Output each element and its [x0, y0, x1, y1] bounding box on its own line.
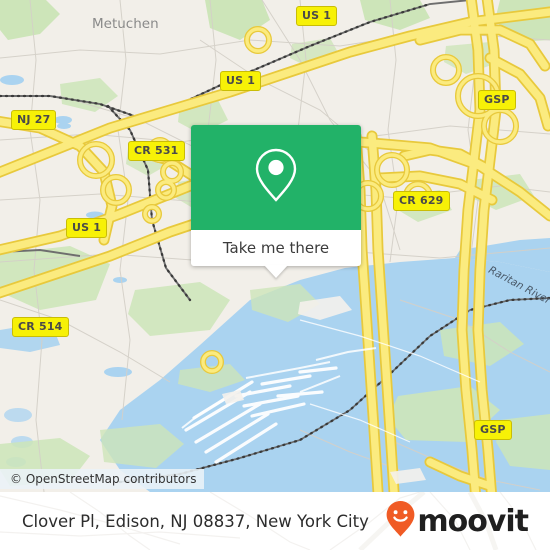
road-shield-gsp[interactable]: GSP: [474, 420, 512, 440]
location-popup-card[interactable]: Take me there: [191, 125, 361, 278]
osm-attribution[interactable]: © OpenStreetMap contributors: [0, 469, 205, 489]
take-me-there-button[interactable]: Take me there: [191, 230, 361, 266]
location-address: Clover Pl, Edison, NJ 08837, New York Ci…: [22, 511, 369, 531]
road-shield-us-1[interactable]: US 1: [66, 218, 108, 238]
moovit-map-screenshot: Metuchen Raritan River US 1 US 1 GSP NJ …: [0, 0, 550, 550]
map-pin-icon: [253, 146, 299, 209]
road-shield-cr-514[interactable]: CR 514: [12, 317, 69, 337]
road-shield-us-1[interactable]: US 1: [220, 71, 262, 91]
road-shield-nj-27[interactable]: NJ 27: [11, 110, 57, 130]
moovit-wordmark: moovit: [417, 503, 529, 539]
footer-bar: Clover Pl, Edison, NJ 08837, New York Ci…: [0, 492, 550, 550]
road-shield-cr-629[interactable]: CR 629: [393, 191, 450, 211]
card-hero: [191, 125, 361, 230]
moovit-smiley-pin-icon: [385, 500, 416, 543]
card-pointer-tail: [264, 265, 288, 278]
road-shield-cr-531[interactable]: CR 531: [128, 141, 185, 161]
road-shield-us-1[interactable]: US 1: [296, 6, 338, 26]
road-shield-gsp[interactable]: GSP: [478, 90, 516, 110]
moovit-logo[interactable]: moovit: [385, 500, 529, 543]
